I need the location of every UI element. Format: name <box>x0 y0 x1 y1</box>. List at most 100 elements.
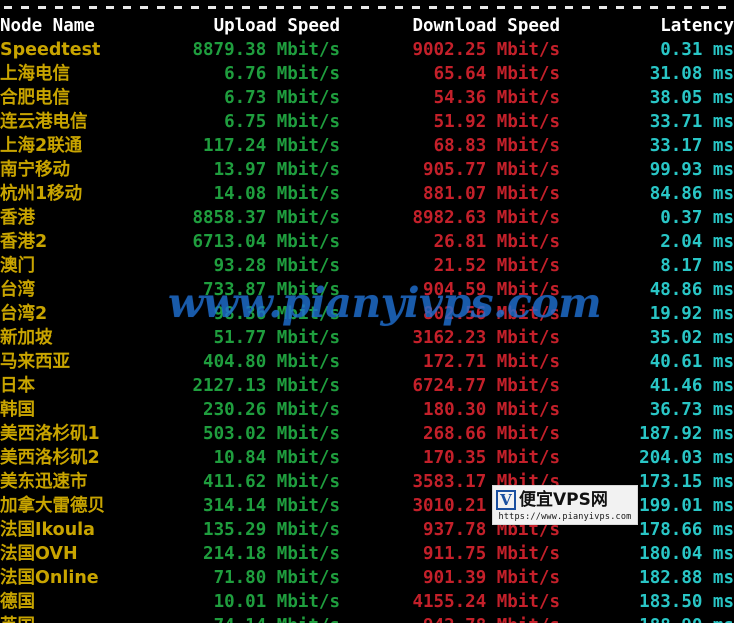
cell-upload-speed: 404.80 Mbit/s <box>203 352 340 372</box>
table-row: 合肥电信 6.73 Mbit/s 54.36 Mbit/s 38.05 ms <box>0 86 734 110</box>
table-header-row: Node Name Upload Speed Download Speed La… <box>0 14 734 38</box>
cell-latency: 187.92 ms <box>639 424 734 444</box>
cell-upload-speed: 71.80 Mbit/s <box>213 568 340 588</box>
cell-node-name: 新加坡 <box>0 328 53 348</box>
cell-node-name: 英国 <box>0 614 160 623</box>
cell-upload-speed: 14.08 Mbit/s <box>213 184 340 204</box>
header-separator-rule <box>4 6 734 9</box>
cell-upload-speed: 6713.04 Mbit/s <box>192 232 340 252</box>
cell-node-name: 美东迅速市 <box>0 472 88 492</box>
table-row: 法国OVH 214.18 Mbit/s 911.75 Mbit/s 180.04 ms <box>0 542 734 566</box>
table-row: 日本 2127.13 Mbit/s 6724.77 Mbit/s 41.46 ms <box>0 374 734 398</box>
table-row: 法国Ikoula 135.29 Mbit/s 937.78 Mbit/s 178.66… <box>0 518 734 542</box>
table-row: 香港2 6713.04 Mbit/s 26.81 Mbit/s 2.04 ms <box>0 230 734 254</box>
cell-latency: 204.03 ms <box>639 448 734 468</box>
cell-download-speed: 268.66 Mbit/s <box>423 424 560 444</box>
cell-latency: 84.86 ms <box>649 184 734 204</box>
cell-download-speed: 4155.24 Mbit/s <box>412 592 560 612</box>
table-row: Speedtest 8879.38 Mbit/s 9002.25 Mbit/s 0.3… <box>0 38 734 62</box>
table-row: 韩国 230.26 Mbit/s 180.30 Mbit/s 36.73 ms <box>0 398 734 422</box>
cell-download-speed: 3010.21 Mbit/s <box>412 496 560 516</box>
table-row: 香港 8858.37 Mbit/s 8982.63 Mbit/s 0.37 ms <box>0 206 734 230</box>
cell-node-name: 法国Ikoula <box>0 520 95 540</box>
cell-upload-speed: 411.62 Mbit/s <box>203 472 340 492</box>
cell-latency: 36.73 ms <box>649 400 734 420</box>
cell-upload-speed: 230.26 Mbit/s <box>203 400 340 420</box>
column-header-node-name: Node Name <box>0 16 95 36</box>
cell-latency: 173.15 ms <box>639 472 734 492</box>
cell-upload-speed: 214.18 Mbit/s <box>203 544 340 564</box>
table-body: Speedtest 8879.38 Mbit/s 9002.25 Mbit/s 0.3… <box>0 38 734 623</box>
table-row: 上海2联通 117.24 Mbit/s 68.83 Mbit/s 33.17 ms <box>0 134 734 158</box>
table-row: 美东迅速市 411.62 Mbit/s 3583.17 Mbit/s 173.15 m… <box>0 470 734 494</box>
speedtest-results-table: Node Name Upload Speed Download Speed La… <box>0 14 734 623</box>
cell-download-speed: 3583.17 Mbit/s <box>412 472 560 492</box>
cell-node-name: 加拿大雷德贝 <box>0 496 105 516</box>
cell-upload-speed: 13.97 Mbit/s <box>213 160 340 180</box>
cell-upload-speed: 733.87 Mbit/s <box>203 280 340 300</box>
cell-download-speed: 54.36 Mbit/s <box>433 88 560 108</box>
cell-node-name: 杭州1移动 <box>0 184 83 204</box>
terminal-window: Node Name Upload Speed Download Speed La… <box>0 0 734 623</box>
cell-download-speed: 21.52 Mbit/s <box>433 256 560 276</box>
cell-download-speed: 905.77 Mbit/s <box>423 160 560 180</box>
cell-upload-speed: 135.29 Mbit/s <box>203 520 340 540</box>
cell-latency: 188.90 ms <box>560 614 734 623</box>
column-header-latency: Latency <box>660 16 734 36</box>
cell-upload-speed: 2127.13 Mbit/s <box>192 376 340 396</box>
cell-download-speed: 172.71 Mbit/s <box>423 352 560 372</box>
column-header-upload-speed: Upload Speed <box>213 16 340 36</box>
cell-upload-speed: 93.28 Mbit/s <box>213 256 340 276</box>
cell-latency: 183.50 ms <box>639 592 734 612</box>
cell-node-name: 香港 <box>0 208 35 228</box>
cell-latency: 33.17 ms <box>649 136 734 156</box>
cell-latency: 38.05 ms <box>649 88 734 108</box>
cell-upload-speed: 314.14 Mbit/s <box>203 496 340 516</box>
table-row: 美西洛杉矶1 503.02 Mbit/s 268.66 Mbit/s 187.92 m… <box>0 422 734 446</box>
cell-latency: 8.17 ms <box>660 256 734 276</box>
table-row: 德国 10.01 Mbit/s 4155.24 Mbit/s 183.50 ms <box>0 590 734 614</box>
table-row: 马来西亚 404.80 Mbit/s 172.71 Mbit/s 40.61 ms <box>0 350 734 374</box>
table-row: 台湾 733.87 Mbit/s 904.59 Mbit/s 48.86 ms <box>0 278 734 302</box>
cell-download-speed: 170.35 Mbit/s <box>423 448 560 468</box>
cell-upload-speed: 51.77 Mbit/s <box>213 328 340 348</box>
cell-upload-speed: 74.14 Mbit/s <box>160 614 340 623</box>
table-header: Node Name Upload Speed Download Speed La… <box>0 14 734 38</box>
cell-upload-speed: 117.24 Mbit/s <box>203 136 340 156</box>
cell-download-speed: 3162.23 Mbit/s <box>412 328 560 348</box>
cell-download-speed: 9002.25 Mbit/s <box>412 40 560 60</box>
table-row: 杭州1移动 14.08 Mbit/s 881.07 Mbit/s 84.86 ms <box>0 182 734 206</box>
cell-node-name: 法国OVH <box>0 544 78 564</box>
table-row: 澳门 93.28 Mbit/s 21.52 Mbit/s 8.17 ms <box>0 254 734 278</box>
cell-latency: 33.71 ms <box>649 112 734 132</box>
cell-download-speed: 942.78 Mbit/s <box>340 614 560 623</box>
cell-latency: 178.66 ms <box>639 520 734 540</box>
cell-node-name: 上海电信 <box>0 64 70 84</box>
cell-download-speed: 180.30 Mbit/s <box>423 400 560 420</box>
cell-download-speed: 901.39 Mbit/s <box>423 568 560 588</box>
cell-latency: 0.37 ms <box>660 208 734 228</box>
cell-latency: 180.04 ms <box>639 544 734 564</box>
cell-latency: 48.86 ms <box>649 280 734 300</box>
cell-download-speed: 26.81 Mbit/s <box>433 232 560 252</box>
cell-node-name: 美西洛杉矶2 <box>0 448 100 468</box>
cell-upload-speed: 10.01 Mbit/s <box>213 592 340 612</box>
cell-latency: 35.02 ms <box>649 328 734 348</box>
table-row: 英国74.14 Mbit/s942.78 Mbit/s188.90 ms <box>0 614 734 623</box>
column-header-download-speed: Download Speed <box>412 16 560 36</box>
cell-upload-speed: 98.36 Mbit/s <box>213 304 340 324</box>
cell-node-name: 南宁移动 <box>0 160 70 180</box>
table-row: 加拿大雷德贝 314.14 Mbit/s 3010.21 Mbit/s 199.01 … <box>0 494 734 518</box>
cell-node-name: 台湾2 <box>0 304 48 324</box>
table-row: 连云港电信 6.75 Mbit/s 51.92 Mbit/s 33.71 ms <box>0 110 734 134</box>
cell-node-name: 台湾 <box>0 280 35 300</box>
cell-download-speed: 6724.77 Mbit/s <box>412 376 560 396</box>
cell-upload-speed: 6.75 Mbit/s <box>224 112 340 132</box>
cell-node-name: 香港2 <box>0 232 48 252</box>
table-row: 南宁移动 13.97 Mbit/s 905.77 Mbit/s 99.93 ms <box>0 158 734 182</box>
cell-latency: 199.01 ms <box>639 496 734 516</box>
cell-upload-speed: 503.02 Mbit/s <box>203 424 340 444</box>
cell-download-speed: 802.56 Mbit/s <box>423 304 560 324</box>
cell-node-name: 美西洛杉矶1 <box>0 424 100 444</box>
cell-latency: 41.46 ms <box>649 376 734 396</box>
